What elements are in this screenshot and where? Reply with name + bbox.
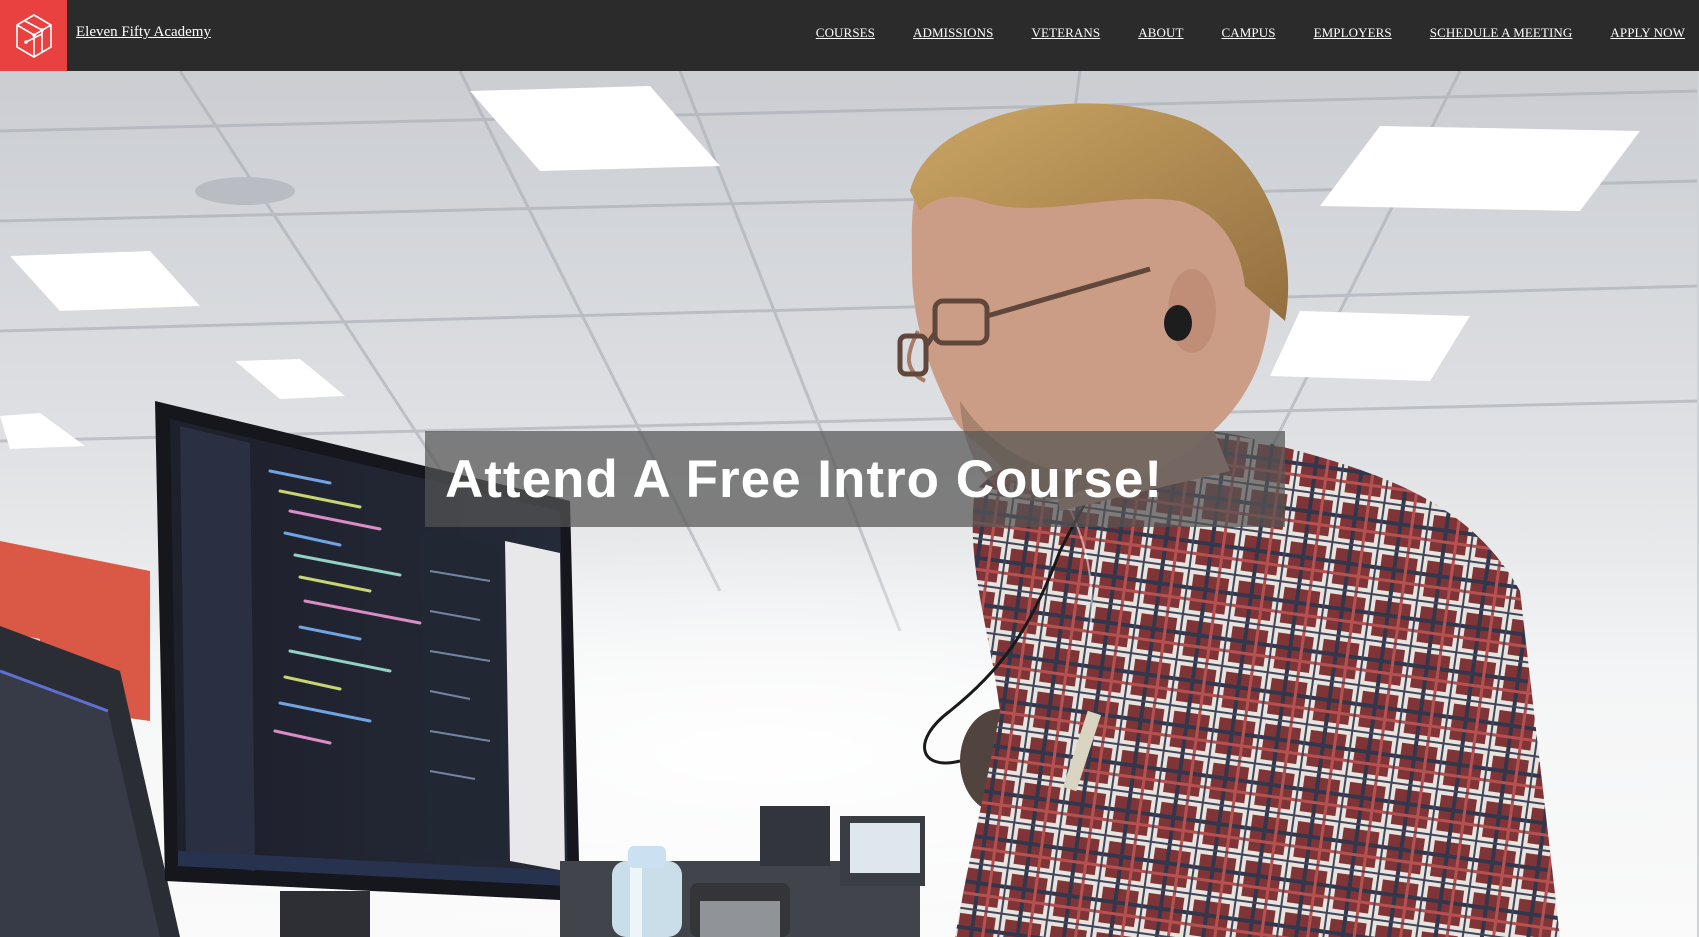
nav-item-campus[interactable]: CAMPUS bbox=[1221, 25, 1275, 41]
logo-link[interactable] bbox=[0, 0, 67, 71]
nav-item-apply-now[interactable]: APPLY NOW bbox=[1610, 25, 1685, 41]
hero-headline: Attend A Free Intro Course! bbox=[445, 449, 1163, 509]
headline-banner: Attend A Free Intro Course! bbox=[425, 431, 1285, 527]
geometric-cube-logo-icon bbox=[15, 13, 52, 58]
top-navigation-bar: Eleven Fifty Academy COURSES ADMISSIONS … bbox=[0, 0, 1699, 71]
nav-item-employers[interactable]: EMPLOYERS bbox=[1314, 25, 1392, 41]
nav-item-about[interactable]: ABOUT bbox=[1138, 25, 1183, 41]
nav-item-veterans[interactable]: VETERANS bbox=[1032, 25, 1101, 41]
nav-item-courses[interactable]: COURSES bbox=[816, 25, 875, 41]
nav-item-admissions[interactable]: ADMISSIONS bbox=[913, 25, 993, 41]
page: Eleven Fifty Academy COURSES ADMISSIONS … bbox=[0, 0, 1699, 937]
brand-name-link[interactable]: Eleven Fifty Academy bbox=[76, 24, 211, 41]
nav-item-schedule-a-meeting[interactable]: SCHEDULE A MEETING bbox=[1430, 25, 1573, 41]
main-nav: COURSES ADMISSIONS VETERANS ABOUT CAMPUS… bbox=[778, 25, 1685, 41]
hero-section: Attend A Free Intro Course! bbox=[0, 71, 1699, 937]
